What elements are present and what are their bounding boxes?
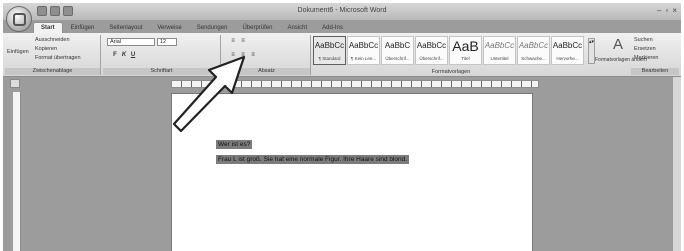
style-title[interactable]: AaB Titel xyxy=(449,36,482,65)
tab-sendungen[interactable]: Sendungen xyxy=(190,23,235,33)
font-group-label: Schriftart xyxy=(103,68,220,75)
underline-icon[interactable]: U xyxy=(129,52,137,59)
style-subtle-emphasis[interactable]: AaBbCc Schwache... xyxy=(517,36,550,65)
horizontal-ruler[interactable] xyxy=(171,80,539,88)
office-button[interactable] xyxy=(6,6,32,32)
font-group: Arial 12 F K U Schriftart xyxy=(103,35,221,75)
paragraph-group-label: Absatz xyxy=(223,68,310,75)
bullets-icon[interactable]: ≡ xyxy=(229,38,237,45)
paste-button[interactable]: Einfügen xyxy=(7,49,29,55)
tab-start[interactable]: Start xyxy=(33,22,63,33)
numbering-icon[interactable]: ≡ xyxy=(239,38,247,45)
font-size-combo[interactable]: 12 xyxy=(157,38,177,46)
tab-ueberpruefen[interactable]: Überprüfen xyxy=(235,23,279,33)
style-heading-2[interactable]: AaBbCc Überschrif... xyxy=(415,36,448,65)
ruler-tab-selector[interactable] xyxy=(10,79,20,88)
vertical-scrollbar[interactable] xyxy=(672,77,681,251)
document-page[interactable]: Wer ist es? Frau L ist groß. Sie hat ein… xyxy=(171,93,533,251)
styles-scroll[interactable]: ▴▾ xyxy=(588,38,595,64)
align-right-icon[interactable]: ≡ xyxy=(249,52,257,59)
document-line-1[interactable]: Wer ist es? xyxy=(216,140,253,149)
style-emphasis[interactable]: AaBbCc Hervorhe... xyxy=(551,36,584,65)
word-window: Dokument6 - Microsoft Word – ▫ × Start E… xyxy=(3,3,681,251)
style-subtitle[interactable]: AaBbCc Untertitel xyxy=(483,36,516,65)
maximize-button[interactable]: ▫ xyxy=(665,6,668,15)
clipboard-group-label: Zwischenablage xyxy=(5,68,100,75)
copy-button[interactable]: Kopieren xyxy=(35,46,57,52)
tab-einfuegen[interactable]: Einfügen xyxy=(64,23,102,33)
cut-button[interactable]: Ausschneiden xyxy=(35,37,70,43)
replace-button[interactable]: Ersetzen xyxy=(634,46,656,52)
tab-verweise[interactable]: Verweise xyxy=(150,23,188,33)
window-title: Dokument6 - Microsoft Word xyxy=(297,7,387,14)
style-standard[interactable]: AaBbCc ¶ Standard xyxy=(313,36,346,65)
tab-seitenlayout[interactable]: Seitenlayout xyxy=(102,23,149,33)
styles-gallery: AaBbCc ¶ Standard AaBbCc ¶ Kein Lee... AaB… xyxy=(313,36,589,66)
select-button[interactable]: Markieren xyxy=(634,55,658,61)
document-line-2[interactable]: Frau L ist groß. Sie hat eine normale Fi… xyxy=(216,155,410,164)
tab-add-ins[interactable]: Add-Ins xyxy=(315,23,350,33)
vertical-ruler[interactable] xyxy=(13,92,21,251)
ribbon-tabs: Start Einfügen Seitenlayout Verweise Sen… xyxy=(33,20,350,33)
editing-group-label: Bearbeiten xyxy=(631,68,679,75)
ribbon: Einfügen Ausschneiden Kopieren Format üb… xyxy=(3,33,681,77)
style-heading-1[interactable]: AaBbC Überschrif... xyxy=(381,36,414,65)
align-left-icon[interactable]: ≡ xyxy=(229,52,237,59)
tab-ansicht[interactable]: Ansicht xyxy=(280,23,314,33)
italic-icon[interactable]: K xyxy=(120,52,128,59)
editing-group: Suchen Ersetzen Markieren Bearbeiten xyxy=(631,35,679,75)
change-styles-icon[interactable]: A xyxy=(606,36,630,56)
clipboard-group: Einfügen Ausschneiden Kopieren Format üb… xyxy=(5,35,101,75)
window-controls: – ▫ × xyxy=(657,6,677,15)
title-bar: Dokument6 - Microsoft Word – ▫ × xyxy=(3,3,681,20)
minimize-button[interactable]: – xyxy=(657,6,661,15)
styles-group-label: Formatvorlagen xyxy=(431,69,471,75)
paragraph-group: ≡ ≡ ≡ ≡ ≡ Absatz xyxy=(223,35,311,75)
align-center-icon[interactable]: ≡ xyxy=(239,52,247,59)
format-painter-button[interactable]: Format übertragen xyxy=(35,55,81,61)
find-button[interactable]: Suchen xyxy=(634,37,653,43)
font-name-combo[interactable]: Arial xyxy=(107,38,155,46)
close-button[interactable]: × xyxy=(672,6,677,15)
office-logo-icon xyxy=(13,13,26,26)
style-no-spacing[interactable]: AaBbCc ¶ Kein Lee... xyxy=(347,36,380,65)
bold-icon[interactable]: F xyxy=(111,52,119,59)
